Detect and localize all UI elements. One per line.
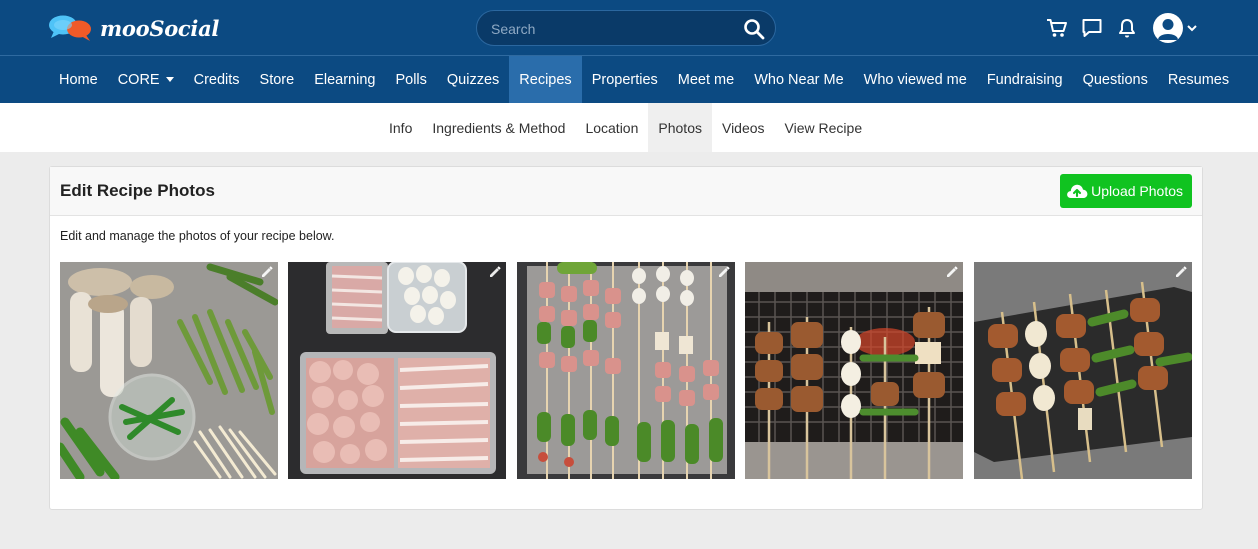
search-icon[interactable] (743, 18, 765, 40)
nav-item-label: Recipes (519, 71, 572, 88)
nav-item-label: Elearning (314, 71, 376, 88)
upload-photos-label: Upload Photos (1091, 183, 1183, 199)
chevron-down-icon[interactable] (1186, 22, 1198, 34)
photo-gallery (60, 262, 1192, 479)
pencil-icon[interactable] (1174, 265, 1188, 279)
pencil-icon[interactable] (945, 265, 959, 279)
tab-label: View Recipe (784, 119, 863, 136)
main-nav: Home CORE Credits Store Elearning Polls … (0, 56, 1258, 103)
user-icon (1158, 19, 1178, 40)
nav-item-label: Meet me (677, 71, 735, 88)
nav-item-label: Polls (395, 71, 427, 88)
nav-item-elearning[interactable]: Elearning (304, 56, 385, 103)
nav-item-label: Questions (1082, 71, 1148, 88)
search-input[interactable] (491, 19, 731, 39)
tab-label: Videos (721, 119, 765, 136)
recipe-tabs: Info Ingredients & Method Location Photo… (0, 103, 1258, 152)
nav-item-who-viewed-me[interactable]: Who viewed me (854, 56, 977, 103)
nav-item-questions[interactable]: Questions (1073, 56, 1158, 103)
tab-label: Location (585, 119, 639, 136)
logo-icon (49, 15, 91, 41)
pencil-icon[interactable] (717, 265, 731, 279)
photo-image-slate-skewers (974, 262, 1192, 479)
nav-item-label: Properties (591, 71, 658, 88)
photo-image-vegetables (60, 262, 278, 479)
nav-item-fundraising[interactable]: Fundraising (977, 56, 1073, 103)
photo-image-raw-meat (288, 262, 506, 479)
photo-image-skewers-tray (517, 262, 735, 479)
nav-item-label: Who viewed me (863, 71, 967, 88)
logo[interactable]: mooSocial (48, 14, 219, 42)
tab-ingredients-method[interactable]: Ingredients & Method (422, 103, 575, 152)
pencil-icon[interactable] (260, 265, 274, 279)
nav-item-who-near-me[interactable]: Who Near Me (744, 56, 853, 103)
tab-view-recipe[interactable]: View Recipe (775, 103, 873, 152)
nav-item-core[interactable]: CORE (108, 56, 184, 103)
nav-item-resumes[interactable]: Resumes (1158, 56, 1239, 103)
search-box (476, 10, 776, 46)
nav-item-recipes[interactable]: Recipes (509, 56, 582, 103)
nav-item-meet-me[interactable]: Meet me (668, 56, 744, 103)
nav-item-polls[interactable]: Polls (385, 56, 436, 103)
upload-photos-button[interactable]: Upload Photos (1060, 174, 1192, 208)
nav-item-store[interactable]: Store (250, 56, 305, 103)
cart-icon[interactable] (1046, 17, 1068, 39)
chat-icon[interactable] (1081, 17, 1103, 39)
nav-item-label: Store (259, 71, 295, 88)
top-header: mooSocial (0, 0, 1258, 56)
tab-info[interactable]: Info (379, 103, 422, 152)
recipe-photo[interactable] (745, 262, 963, 479)
recipe-photo[interactable] (288, 262, 506, 479)
nav-item-label: CORE (117, 71, 160, 88)
nav-item-label: Credits (193, 71, 240, 88)
nav-item-quizzes[interactable]: Quizzes (437, 56, 509, 103)
nav-item-label: Home (59, 71, 98, 88)
recipe-photo[interactable] (60, 262, 278, 479)
nav-item-credits[interactable]: Credits (184, 56, 250, 103)
nav-item-label: Resumes (1167, 71, 1230, 88)
page-title: Edit Recipe Photos (60, 181, 215, 200)
pencil-icon[interactable] (488, 265, 502, 279)
cloud-upload-icon (1067, 184, 1088, 198)
page-description: Edit and manage the photos of your recip… (60, 229, 335, 243)
tab-label: Photos (658, 119, 702, 136)
nav-item-label: Quizzes (446, 71, 500, 88)
nav-item-properties[interactable]: Properties (582, 56, 668, 103)
edit-photos-card: Edit Recipe Photos Upload Photos Edit an… (49, 166, 1203, 510)
nav-item-home[interactable]: Home (49, 56, 108, 103)
card-header: Edit Recipe Photos Upload Photos (50, 167, 1202, 216)
tab-videos[interactable]: Videos (712, 103, 775, 152)
tab-location[interactable]: Location (575, 103, 648, 152)
dropdown-caret-icon (165, 77, 174, 82)
bell-icon[interactable] (1116, 17, 1138, 39)
avatar[interactable] (1153, 13, 1183, 43)
recipe-photo[interactable] (517, 262, 735, 479)
nav-item-label: Fundraising (986, 71, 1063, 88)
photo-image-grill (745, 262, 963, 479)
logo-text: mooSocial (100, 15, 220, 41)
recipe-photo[interactable] (974, 262, 1192, 479)
tab-photos[interactable]: Photos (648, 103, 712, 152)
tab-label: Info (389, 119, 413, 136)
tab-label: Ingredients & Method (432, 119, 566, 136)
nav-item-label: Who Near Me (754, 71, 844, 88)
